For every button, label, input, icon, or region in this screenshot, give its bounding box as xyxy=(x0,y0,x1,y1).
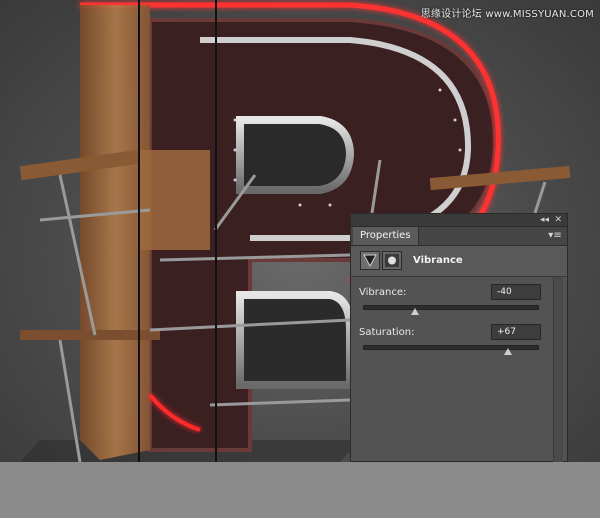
vibrance-label: Vibrance: xyxy=(359,287,407,298)
panel-body: Vibrance: -40 Saturation: +67 xyxy=(351,277,567,464)
watermark-text: 思缘设计论坛 www.MISSYUAN.COM xyxy=(420,9,594,20)
saturation-slider-track[interactable] xyxy=(363,345,539,350)
saturation-slider-thumb[interactable] xyxy=(504,348,513,355)
tab-properties[interactable]: Properties xyxy=(353,227,419,245)
panel-title-bar[interactable]: ◂◂ ✕ xyxy=(351,214,567,227)
adjustment-title: Vibrance xyxy=(413,255,463,266)
vibrance-slider-track[interactable] xyxy=(363,305,539,310)
vibrance-value-field[interactable]: -40 xyxy=(491,284,541,300)
adjustment-header: Vibrance xyxy=(351,246,567,277)
panel-tab-bar: Properties ▾≡ xyxy=(351,227,567,246)
vibrance-adjustment-icon[interactable] xyxy=(360,251,380,270)
panel-scrollbar[interactable] xyxy=(553,277,563,462)
vibrance-slider-thumb[interactable] xyxy=(411,308,420,315)
properties-panel[interactable]: ◂◂ ✕ Properties ▾≡ Vibrance Vibrance: -4… xyxy=(350,213,568,462)
saturation-value-field[interactable]: +67 xyxy=(491,324,541,340)
canvas-bottom-strip xyxy=(0,462,600,518)
saturation-label: Saturation: xyxy=(359,327,415,338)
panel-menu-icon[interactable]: ▾≡ xyxy=(548,230,562,242)
collapse-icon[interactable]: ◂◂ xyxy=(540,214,549,226)
close-icon[interactable]: ✕ xyxy=(554,214,562,226)
layer-mask-icon[interactable] xyxy=(382,251,402,270)
